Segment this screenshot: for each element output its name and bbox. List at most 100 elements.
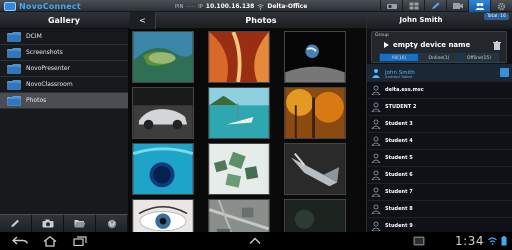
photo-thumbnail[interactable] <box>132 87 194 139</box>
user-panel-title: John Smith <box>399 16 443 24</box>
tab-online[interactable]: Online(1) <box>419 53 459 62</box>
list-item[interactable]: STUDENT 2 <box>367 99 512 116</box>
camera-button[interactable] <box>32 215 64 232</box>
sidebar-toolbar <box>0 214 128 232</box>
open-folder-icon <box>74 220 85 228</box>
user-name: STUDENT 2 <box>385 104 417 110</box>
photo-grid <box>128 29 368 232</box>
sidebar-item-novoclassroom[interactable]: NovoClassroom <box>0 77 128 93</box>
list-item[interactable]: Student 7 <box>367 184 512 201</box>
sidebar-item-label: NovoClassroom <box>26 81 73 88</box>
open-folder-button[interactable] <box>64 215 96 232</box>
draw-button[interactable] <box>0 215 32 232</box>
filter-tabs: All(16) Online(1) Offline(15) <box>379 53 499 62</box>
sidebar-item-novopresenter[interactable]: NovoPresenter <box>0 61 128 77</box>
sidebar-item-label: NovoPresenter <box>26 65 71 72</box>
ip-label: IP <box>198 3 203 10</box>
list-item[interactable]: Student 3 <box>367 116 512 133</box>
recent-apps-icon <box>73 236 87 246</box>
tab-all[interactable]: All(16) <box>379 53 419 62</box>
trash-icon[interactable] <box>493 41 501 50</box>
nav-back-button[interactable] <box>10 234 30 248</box>
sidebar-item-photos[interactable]: Photos <box>0 93 128 109</box>
pencil-icon <box>11 219 19 227</box>
user-name: delta.ess.msc <box>385 87 424 93</box>
host-presenter-toggle[interactable] <box>500 68 509 77</box>
user-icon <box>369 134 383 148</box>
projector-icon <box>386 4 397 9</box>
photo-thumbnail[interactable] <box>132 31 194 83</box>
tab-offline[interactable]: Offline(15) <box>459 53 499 62</box>
photo-thumbnail[interactable] <box>284 143 346 195</box>
user-icon <box>369 202 383 216</box>
photo-thumbnail[interactable] <box>132 199 194 232</box>
sidebar-item-screenshots[interactable]: Screenshots <box>0 45 128 61</box>
ip-value: 10.100.16.138 <box>205 3 255 10</box>
photo-thumbnail[interactable] <box>284 31 346 83</box>
user-panel: John Smith Total: 16 Group empty device … <box>366 12 512 235</box>
nav-home-button[interactable] <box>40 234 60 248</box>
folder-icon <box>7 79 21 90</box>
user-name: Student 9 <box>385 223 413 229</box>
play-arrow-icon <box>384 42 389 48</box>
sidebar-item-dcim[interactable]: DCIM <box>0 29 128 45</box>
nav-recents-button[interactable] <box>70 234 90 248</box>
list-item[interactable]: Student 5 <box>367 150 512 167</box>
user-panel-header: John Smith Total: 16 <box>367 12 512 29</box>
battery-icon <box>501 236 507 246</box>
gallery-title: Gallery <box>47 16 81 25</box>
camera-icon <box>42 219 53 228</box>
chevron-up-icon <box>249 237 261 244</box>
list-item[interactable]: delta.ess.msc <box>367 82 512 99</box>
wifi-signal-icon <box>487 237 497 245</box>
user-icon <box>369 117 383 131</box>
photo-thumbnail[interactable] <box>284 199 346 232</box>
top-bar: NovoConnect PIN ----- IP 10.100.16.138 D… <box>0 0 512 12</box>
users-button[interactable] <box>468 0 490 12</box>
pen-button[interactable] <box>424 0 446 12</box>
globe-icon <box>107 219 116 228</box>
user-name: Student 7 <box>385 189 413 195</box>
list-item[interactable]: Student 8 <box>367 201 512 218</box>
folder-sidebar: DCIM Screenshots NovoPresenter NovoClass… <box>0 29 128 214</box>
back-button[interactable]: < <box>130 12 156 29</box>
notification-tray[interactable] <box>412 234 426 248</box>
pin-label: PIN <box>175 3 184 10</box>
group-label: Group <box>375 33 389 38</box>
host-device-type: Android Tablet <box>385 74 413 79</box>
home-icon <box>43 235 57 247</box>
user-icon <box>369 83 383 97</box>
nav-menu-button[interactable] <box>245 234 265 248</box>
photo-thumbnail[interactable] <box>208 87 270 139</box>
photo-thumbnail[interactable] <box>284 87 346 139</box>
user-icon <box>369 185 383 199</box>
photo-thumbnail[interactable] <box>132 143 194 195</box>
novo-logo-icon <box>4 1 16 11</box>
settings-button[interactable] <box>490 0 512 12</box>
user-name: Student 8 <box>385 206 413 212</box>
video-button[interactable] <box>446 0 468 12</box>
sidebar-item-label: Screenshots <box>26 49 63 56</box>
photos-title: Photos <box>245 16 277 25</box>
host-user-row[interactable]: John Smith Android Tablet <box>367 64 512 82</box>
gear-icon <box>497 2 506 10</box>
photo-thumbnail[interactable] <box>208 31 270 83</box>
app-root: NovoConnect PIN ----- IP 10.100.16.138 D… <box>0 0 512 250</box>
sidebar-item-label: DCIM <box>26 33 42 40</box>
web-button[interactable] <box>96 215 128 232</box>
folder-icon <box>7 47 21 58</box>
pin-value: ----- <box>186 3 196 10</box>
screenshot-icon <box>413 236 425 246</box>
split-screen-button[interactable] <box>402 0 424 12</box>
group-name: empty device name <box>393 41 471 49</box>
photo-thumbnail[interactable] <box>208 143 270 195</box>
user-name: Student 4 <box>385 138 413 144</box>
user-name: Student 3 <box>385 121 413 127</box>
projector-button[interactable] <box>380 0 402 12</box>
list-item[interactable]: Student 6 <box>367 167 512 184</box>
system-nav-bar: 1:34 <box>0 232 512 250</box>
list-item[interactable]: Student 4 <box>367 133 512 150</box>
user-icon <box>369 66 383 80</box>
photo-thumbnail[interactable] <box>208 199 270 232</box>
user-icon <box>369 219 383 233</box>
